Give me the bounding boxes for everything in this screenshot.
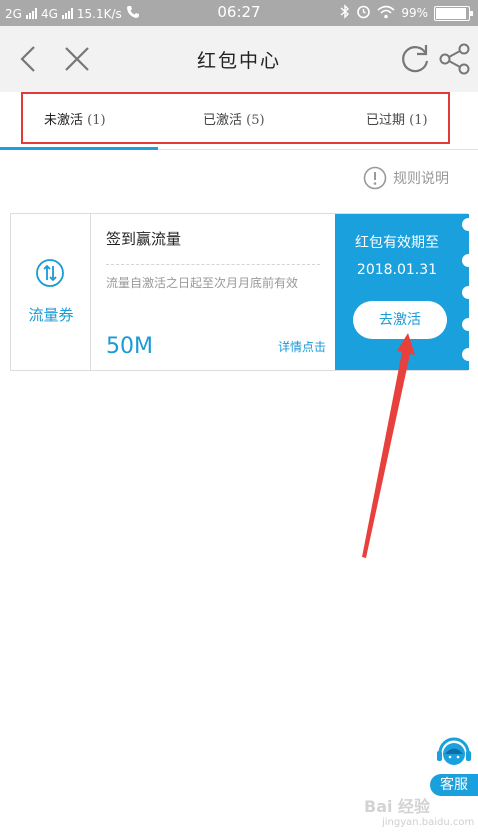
ticket-notch [462, 318, 469, 331]
alarm-icon [356, 4, 371, 22]
refresh-button[interactable] [396, 40, 434, 78]
expiry-date: 2018.01.31 [356, 262, 438, 278]
watermark-sub: jingyan.baidu.com [382, 817, 475, 828]
info-icon [363, 166, 387, 190]
ticket-notch [462, 348, 469, 361]
customer-service-icon [437, 737, 471, 765]
status-right: 99% [340, 4, 473, 22]
data-transfer-icon [36, 259, 64, 287]
coupon-amount: 50M [106, 334, 153, 359]
activate-button[interactable]: 去激活 [353, 301, 447, 339]
wifi-icon [377, 5, 395, 22]
coupon-card: 流量券 签到赢流量 流量自激活之日起至次月月底前有效 50M 详情点击 红包有效… [10, 213, 469, 371]
coupon-info: 签到赢流量 流量自激活之日起至次月月底前有效 50M 详情点击 [92, 214, 334, 370]
coupon-description: 流量自激活之日起至次月月底前有效 [106, 276, 299, 290]
expiry-label: 红包有效期至 [355, 235, 439, 251]
battery-percent: 99% [401, 6, 428, 20]
coupon-divider [106, 264, 320, 265]
rules-link[interactable]: 规则说明 [363, 166, 449, 190]
watermark: Bai 经验 jingyan.baidu.com [360, 793, 478, 833]
status-bar: 2G 4G 15.1K/s 06:27 99% [0, 0, 478, 26]
share-icon [439, 43, 470, 75]
rules-link-label: 规则说明 [393, 171, 449, 187]
bluetooth-icon [340, 4, 350, 22]
ticket-notch [462, 286, 469, 299]
battery-icon [434, 5, 473, 21]
share-button[interactable] [436, 40, 474, 78]
nav-bar: 红包中心 [0, 26, 478, 92]
watermark-main: Bai 经验 [364, 797, 431, 816]
ticket-notch [462, 254, 469, 267]
coupon-expiry-panel: 红包有效期至 2018.01.31 去激活 [335, 214, 469, 370]
coupon-detail-link[interactable]: 详情点击 [278, 338, 326, 355]
customer-service-button[interactable]: 客服 [430, 727, 478, 799]
coupon-title: 签到赢流量 [106, 230, 182, 248]
tab-selected-indicator [0, 147, 158, 150]
ticket-notch [462, 218, 469, 231]
tab-bar: 未激活 (1) 已激活 (5) 已过期 (1) [0, 92, 478, 150]
refresh-icon [402, 45, 429, 73]
coupon-type: 流量券 [11, 214, 91, 370]
annotation-highlight-box [21, 92, 450, 144]
coupon-type-label: 流量券 [28, 306, 74, 324]
